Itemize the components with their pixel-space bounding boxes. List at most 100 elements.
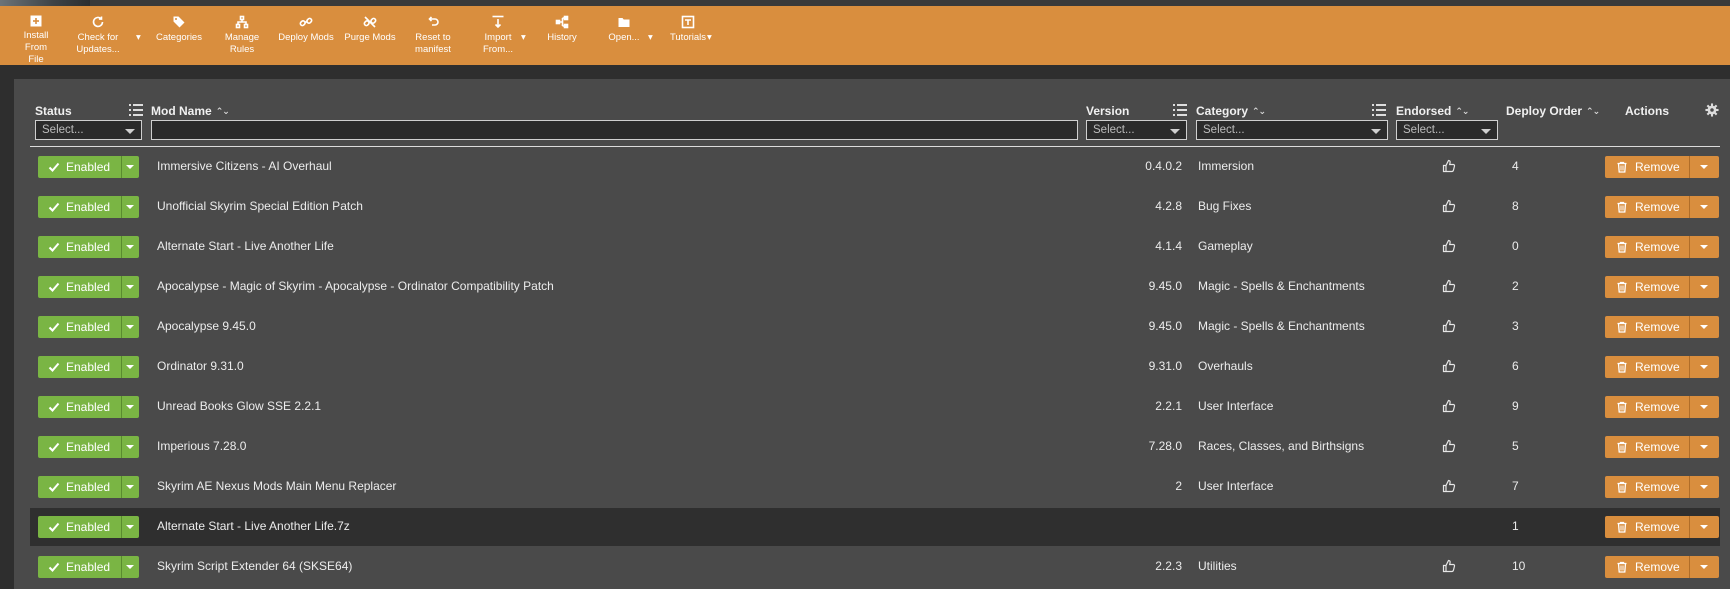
thumbs-up-icon[interactable] [1442,559,1456,573]
chevron-down-icon[interactable] [126,325,134,329]
toolbar-button-tutorials[interactable]: Tutorials [666,6,710,65]
thumbs-up-icon[interactable] [1442,479,1456,493]
chevron-down-icon[interactable] [1700,365,1708,369]
enabled-status-button[interactable]: Enabled [38,356,139,378]
chevron-down-icon[interactable] [1700,205,1708,209]
endorsed-filter-select[interactable]: Select... [1396,120,1498,140]
check-icon [48,402,60,412]
remove-button[interactable]: Remove [1605,356,1719,378]
toolbar-button-install-from-file[interactable]: Install From File [12,6,60,65]
status-column-menu-icon[interactable] [129,104,143,116]
enabled-status-button[interactable]: Enabled [38,516,139,538]
thumbs-up-icon[interactable] [1442,159,1456,173]
thumbs-up-icon[interactable] [1442,279,1456,293]
column-header-deploy-order[interactable]: Deploy Order ⌃⌄ [1506,104,1600,118]
remove-button[interactable]: Remove [1605,236,1719,258]
chevron-down-icon[interactable] [1700,565,1708,569]
table-row[interactable]: Enabled Alternate Start - Live Another Li… [30,508,1720,546]
chevron-down-icon[interactable] [126,525,134,529]
category-filter-select[interactable]: Select... [1196,120,1388,140]
mod-name-filter-input[interactable] [151,120,1078,140]
table-row[interactable]: Enabled Ordinator 9.31.0 9.31.0 Overhauls 6 R… [30,348,1720,386]
table-row[interactable]: Enabled Unread Books Glow SSE 2.2.1 2.2.1 U… [30,388,1720,426]
toolbar-button-purge-mods[interactable]: Purge Mods [342,6,398,65]
thumbs-up-icon[interactable] [1442,239,1456,253]
enabled-label: Enabled [66,440,111,454]
enabled-status-button[interactable]: Enabled [38,236,139,258]
version-filter-select[interactable]: Select... [1086,120,1187,140]
mod-name-cell: Alternate Start - Live Another Life.7z [157,519,350,533]
enabled-status-button[interactable]: Enabled [38,436,139,458]
toolbar-dropdown-chevron-icon[interactable]: ▾ [521,32,526,43]
version-column-menu-icon[interactable] [1173,104,1187,116]
chevron-down-icon[interactable] [126,445,134,449]
toolbar-button-manage-rules[interactable]: Manage Rules [220,6,264,65]
column-header-version[interactable]: Version [1086,104,1129,118]
toolbar-dropdown-chevron-icon[interactable]: ▾ [707,32,712,43]
chevron-down-icon[interactable] [1700,325,1708,329]
chevron-down-icon[interactable] [126,165,134,169]
table-row[interactable]: Enabled Apocalypse 9.45.0 9.45.0 Magic - Sp… [30,308,1720,346]
table-row[interactable]: Enabled Unofficial Skyrim Special Edition… [30,188,1720,226]
toolbar-button-import-from[interactable]: Import From... [478,6,518,65]
chevron-down-icon[interactable] [1700,405,1708,409]
column-header-status[interactable]: Status [35,104,72,118]
gear-icon[interactable] [1705,103,1719,117]
thumbs-up-icon[interactable] [1442,399,1456,413]
chevron-down-icon[interactable] [126,285,134,289]
table-row[interactable]: Enabled Skyrim Script Extender 64 (SKSE64… [30,548,1720,586]
enabled-status-button[interactable]: Enabled [38,556,139,578]
remove-button[interactable]: Remove [1605,196,1719,218]
chevron-down-icon[interactable] [1700,285,1708,289]
toolbar-button-reset-to-manifest[interactable]: Reset to manifest [408,6,458,65]
thumbs-up-icon[interactable] [1442,359,1456,373]
column-header-category[interactable]: Category ⌃⌄ [1196,104,1266,118]
remove-button[interactable]: Remove [1605,436,1719,458]
chevron-down-icon[interactable] [1700,165,1708,169]
remove-button[interactable]: Remove [1605,396,1719,418]
enabled-status-button[interactable]: Enabled [38,476,139,498]
toolbar-dropdown-chevron-icon[interactable]: ▾ [136,32,141,43]
thumbs-up-icon[interactable] [1442,439,1456,453]
chevron-down-icon[interactable] [1700,485,1708,489]
button-divider [1689,556,1690,578]
chevron-down-icon[interactable] [126,405,134,409]
remove-button[interactable]: Remove [1605,316,1719,338]
enabled-status-button[interactable]: Enabled [38,196,139,218]
remove-button[interactable]: Remove [1605,516,1719,538]
remove-button[interactable]: Remove [1605,276,1719,298]
column-header-endorsed[interactable]: Endorsed ⌃⌄ [1396,104,1469,118]
enabled-status-button[interactable]: Enabled [38,316,139,338]
chevron-down-icon[interactable] [1700,245,1708,249]
column-header-mod-name[interactable]: Mod Name ⌃⌄ [151,104,230,118]
chevron-down-icon[interactable] [1700,445,1708,449]
toolbar-button-check-for-updates[interactable]: Check for Updates... [72,6,124,65]
remove-button[interactable]: Remove [1605,156,1719,178]
chevron-down-icon[interactable] [126,565,134,569]
enabled-status-button[interactable]: Enabled [38,396,139,418]
remove-label: Remove [1635,520,1680,534]
toolbar-button-deploy-mods[interactable]: Deploy Mods [278,6,334,65]
chevron-down-icon[interactable] [1700,525,1708,529]
thumbs-up-icon[interactable] [1442,319,1456,333]
toolbar-button-categories[interactable]: Categories [154,6,204,65]
table-row[interactable]: Enabled Imperious 7.28.0 7.28.0 Races, Clas… [30,428,1720,466]
thumbs-up-icon[interactable] [1442,199,1456,213]
chevron-down-icon[interactable] [126,485,134,489]
chevron-down-icon[interactable] [126,245,134,249]
enabled-status-button[interactable]: Enabled [38,276,139,298]
remove-button[interactable]: Remove [1605,476,1719,498]
toolbar-button-open[interactable]: Open... [604,6,644,65]
status-filter-select[interactable]: Select... [35,120,142,140]
toolbar-button-history[interactable]: History [544,6,580,65]
table-row[interactable]: Enabled Immersive Citizens - AI Overhaul 0… [30,148,1720,186]
remove-button[interactable]: Remove [1605,556,1719,578]
chevron-down-icon[interactable] [126,205,134,209]
chevron-down-icon[interactable] [126,365,134,369]
enabled-status-button[interactable]: Enabled [38,156,139,178]
category-column-menu-icon[interactable] [1372,104,1386,116]
table-row[interactable]: Enabled Apocalypse - Magic of Skyrim - Ap… [30,268,1720,306]
table-row[interactable]: Enabled Alternate Start - Live Another Li… [30,228,1720,266]
table-row[interactable]: Enabled Skyrim AE Nexus Mods Main Menu Re… [30,468,1720,506]
toolbar-dropdown-chevron-icon[interactable]: ▾ [648,32,653,43]
